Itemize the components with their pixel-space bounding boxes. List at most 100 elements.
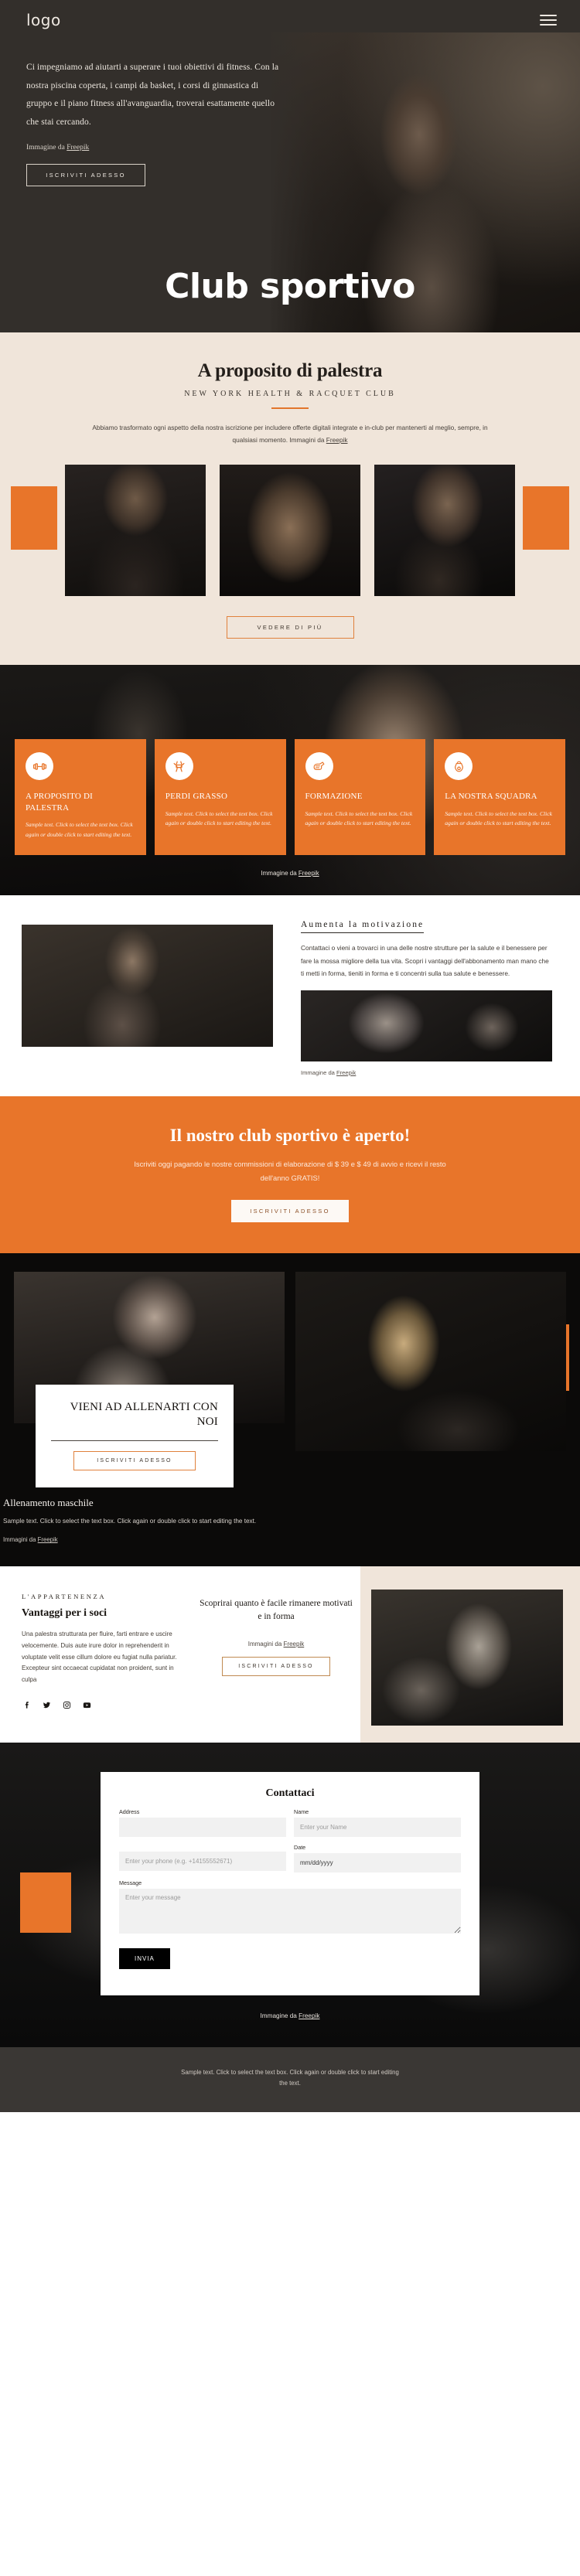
train-right-text: Allenamento maschile Sample text. Click … — [0, 1487, 580, 1543]
hamburger-menu-icon[interactable] — [540, 15, 557, 26]
contact-form-title: Contattaci — [265, 1787, 315, 1800]
motivation-left — [0, 917, 290, 1076]
hero-paragraph: Ci impegniamo ad aiutarti a superare i t… — [26, 63, 279, 127]
address-input[interactable] — [119, 1818, 286, 1838]
contact-image-credit: Immagine da Freepik — [0, 2012, 580, 2019]
feature-card-title: FORMAZIONE — [305, 792, 363, 802]
footer-text: Sample text. Click to select the text bo… — [181, 2069, 399, 2087]
membership-credit-link[interactable]: Freepik — [284, 1641, 305, 1647]
train-panel-title: VIENI AD ALLENARTI CON NOI — [70, 1400, 218, 1429]
address-field-group: Address — [119, 1808, 286, 1838]
name-label: Name — [294, 1808, 309, 1816]
date-input[interactable] — [294, 1853, 461, 1873]
train-right-paragraph: Sample text. Click to select the text bo… — [3, 1518, 257, 1525]
site-logo[interactable]: logo — [26, 11, 61, 29]
about-paragraph-text: Abbiamo trasformato ogni aspetto della n… — [92, 424, 488, 445]
name-field-group: Name — [294, 1808, 461, 1838]
train-right-column — [295, 1271, 566, 1451]
submit-button[interactable]: INVIA — [119, 1948, 170, 1970]
about-subtitle: NEW YORK HEALTH & RACQUET CLUB — [184, 390, 396, 398]
contact-section: Contattaci Address Name — [0, 1743, 580, 2048]
hero-image-credit: Immagine da Freepik — [26, 144, 283, 152]
hero-content: Ci impegniamo ad aiutarti a superare i t… — [0, 29, 309, 187]
gym-glove-icon — [305, 752, 333, 781]
gallery-photo-3 — [374, 465, 515, 597]
landing-page: logo Ci impegniamo ad aiutarti a superar… — [0, 0, 580, 2112]
cta-band-section: Il nostro club sportivo è aperto! Iscriv… — [0, 1095, 580, 1253]
feature-card-text: Sample text. Click to select the text bo… — [445, 809, 552, 827]
train-credit-prefix: Immagini da — [3, 1536, 38, 1544]
membership-paragraph: Una palestra strutturata per fluire, far… — [22, 1630, 177, 1684]
about-section: A proposito di palestra NEW YORK HEALTH … — [0, 332, 580, 666]
motivation-credit-prefix: Immagine da — [301, 1068, 337, 1076]
about-credit-link[interactable]: Freepik — [326, 436, 348, 444]
membership-image-credit: Immagini da Freepik — [198, 1641, 354, 1647]
train-section: VIENI AD ALLENARTI CON NOI ISCRIVITI ADE… — [0, 1252, 580, 1567]
phone-label-spacer — [119, 1844, 286, 1852]
feature-card-title: PERDI GRASSO — [165, 792, 228, 802]
feature-card-text: Sample text. Click to select the text bo… — [305, 809, 413, 827]
membership-section: L'APPARTENENZA Vantaggi per i soci Una p… — [0, 1566, 580, 1743]
contact-form-card: Contattaci Address Name — [101, 1772, 479, 1996]
name-input[interactable] — [294, 1818, 461, 1838]
membership-title: Vantaggi per i soci — [22, 1607, 107, 1620]
hero-title: Club sportivo — [165, 267, 415, 306]
contact-credit-prefix: Immagine da — [260, 2012, 299, 2020]
feature-card-text: Sample text. Click to select the text bo… — [165, 809, 273, 827]
train-signup-button[interactable]: ISCRIVITI ADESSO — [73, 1451, 196, 1471]
twitter-icon[interactable] — [42, 1700, 52, 1710]
instagram-icon[interactable] — [62, 1700, 72, 1710]
feature-card[interactable]: FORMAZIONE Sample text. Click to select … — [294, 739, 426, 855]
train-white-panel: VIENI AD ALLENARTI CON NOI ISCRIVITI ADE… — [36, 1384, 234, 1488]
cta-signup-button[interactable]: ISCRIVITI ADESSO — [231, 1199, 349, 1222]
membership-right — [363, 1586, 580, 1726]
about-paragraph: Abbiamo trasformato ogni aspetto della n… — [89, 421, 491, 446]
features-credit-link[interactable]: Freepik — [299, 870, 319, 877]
feature-card-title: A PROPOSITO DI PALESTRA — [26, 792, 93, 813]
feature-card-text: Sample text. Click to select the text bo… — [26, 821, 133, 838]
membership-signup-button[interactable]: ISCRIVITI ADESSO — [222, 1656, 330, 1676]
date-field-group: Date — [294, 1844, 461, 1873]
motivation-photo — [22, 924, 273, 1047]
gallery-photo-2 — [220, 465, 360, 597]
train-image-credit: Immagini da Freepik — [3, 1536, 560, 1543]
facebook-icon[interactable] — [22, 1700, 32, 1710]
phone-input[interactable] — [119, 1852, 286, 1872]
feature-card[interactable]: A PROPOSITO DI PALESTRA Sample text. Cli… — [15, 739, 146, 855]
features-section: A PROPOSITO DI PALESTRA Sample text. Cli… — [0, 665, 580, 895]
membership-photo — [371, 1590, 563, 1726]
motivation-right: Aumenta la motivazione Contattaci o vien… — [290, 917, 580, 1076]
hero-section: logo Ci impegniamo ad aiutarti a superar… — [0, 0, 580, 332]
youtube-icon[interactable] — [82, 1700, 92, 1710]
about-title: A proposito di palestra — [197, 360, 383, 381]
motivation-photo-secondary — [301, 990, 552, 1061]
membership-left: L'APPARTENENZA Vantaggi per i soci Una p… — [0, 1586, 193, 1726]
membership-mid-title: Scoprirai quanto è facile rimanere motiv… — [200, 1599, 353, 1621]
cta-paragraph: Iscriviti oggi pagando le nostre commiss… — [134, 1160, 446, 1182]
motivation-paragraph: Contattaci o vieni a trovarci in una del… — [301, 943, 549, 978]
membership-middle: Scoprirai quanto è facile rimanere motiv… — [193, 1586, 363, 1726]
membership-eyebrow: L'APPARTENENZA — [22, 1593, 107, 1601]
train-photo-right — [295, 1271, 566, 1451]
features-image-credit: Immagine da Freepik — [244, 855, 336, 895]
address-label: Address — [119, 1808, 140, 1816]
feature-card[interactable]: PERDI GRASSO Sample text. Click to selec… — [154, 739, 286, 855]
contact-credit-link[interactable]: Freepik — [299, 2012, 319, 2019]
hero-signup-button[interactable]: ISCRIVITI ADESSO — [26, 164, 145, 187]
gallery-photo-1 — [65, 465, 206, 597]
feature-card-title: LA NOSTRA SQUADRA — [445, 792, 537, 802]
message-field-group: Message — [119, 1879, 461, 1937]
dumbbell-icon — [26, 752, 53, 781]
contact-accent-block — [20, 1872, 71, 1934]
about-see-more-button[interactable]: VEDERE DI PIÙ — [226, 616, 354, 639]
kettlebell-icon — [445, 752, 473, 781]
motivation-credit-link[interactable]: Freepik — [336, 1069, 356, 1076]
train-credit-link[interactable]: Freepik — [38, 1536, 58, 1543]
motivation-section: Aumenta la motivazione Contattaci o vien… — [0, 894, 580, 1096]
train-panel-divider — [51, 1440, 218, 1442]
membership-credit-prefix: Immagini da — [247, 1640, 284, 1647]
feature-card[interactable]: LA NOSTRA SQUADRA Sample text. Click to … — [434, 739, 565, 855]
message-textarea[interactable] — [119, 1889, 461, 1934]
message-label: Message — [119, 1879, 142, 1887]
hero-credit-link[interactable]: Freepik — [67, 144, 89, 152]
